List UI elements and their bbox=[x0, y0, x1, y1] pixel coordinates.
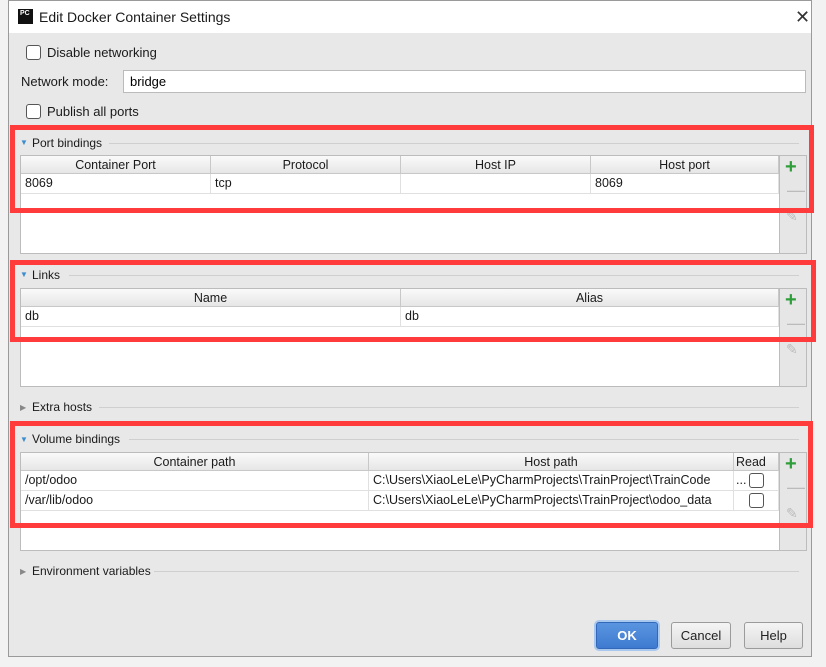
publish-all-ports-checkbox[interactable] bbox=[26, 104, 41, 119]
network-mode-label: Network mode: bbox=[21, 74, 109, 89]
dialog-title: Edit Docker Container Settings bbox=[39, 9, 231, 25]
ok-button[interactable]: OK bbox=[596, 622, 658, 649]
environment-variables-header[interactable]: Environment variables bbox=[32, 564, 151, 578]
network-mode-input[interactable] bbox=[123, 70, 806, 93]
title-bar: PC Edit Docker Container Settings ✕ bbox=[9, 1, 811, 33]
publish-all-ports-label: Publish all ports bbox=[47, 104, 139, 119]
close-icon[interactable]: ✕ bbox=[795, 7, 810, 28]
collapsed-triangle-icon[interactable]: ▶ bbox=[20, 403, 26, 412]
highlight-box bbox=[10, 421, 813, 528]
disable-networking-label: Disable networking bbox=[47, 45, 157, 60]
help-button[interactable]: Help bbox=[744, 622, 803, 649]
highlight-box bbox=[10, 260, 816, 342]
pycharm-logo-icon: PC bbox=[18, 9, 33, 24]
cancel-button[interactable]: Cancel bbox=[671, 622, 731, 649]
collapsed-triangle-icon[interactable]: ▶ bbox=[20, 567, 26, 576]
extra-hosts-header[interactable]: Extra hosts bbox=[32, 400, 92, 414]
edit-icon[interactable]: ✎ bbox=[786, 341, 798, 358]
disable-networking-checkbox[interactable] bbox=[26, 45, 41, 60]
highlight-box bbox=[10, 125, 814, 213]
